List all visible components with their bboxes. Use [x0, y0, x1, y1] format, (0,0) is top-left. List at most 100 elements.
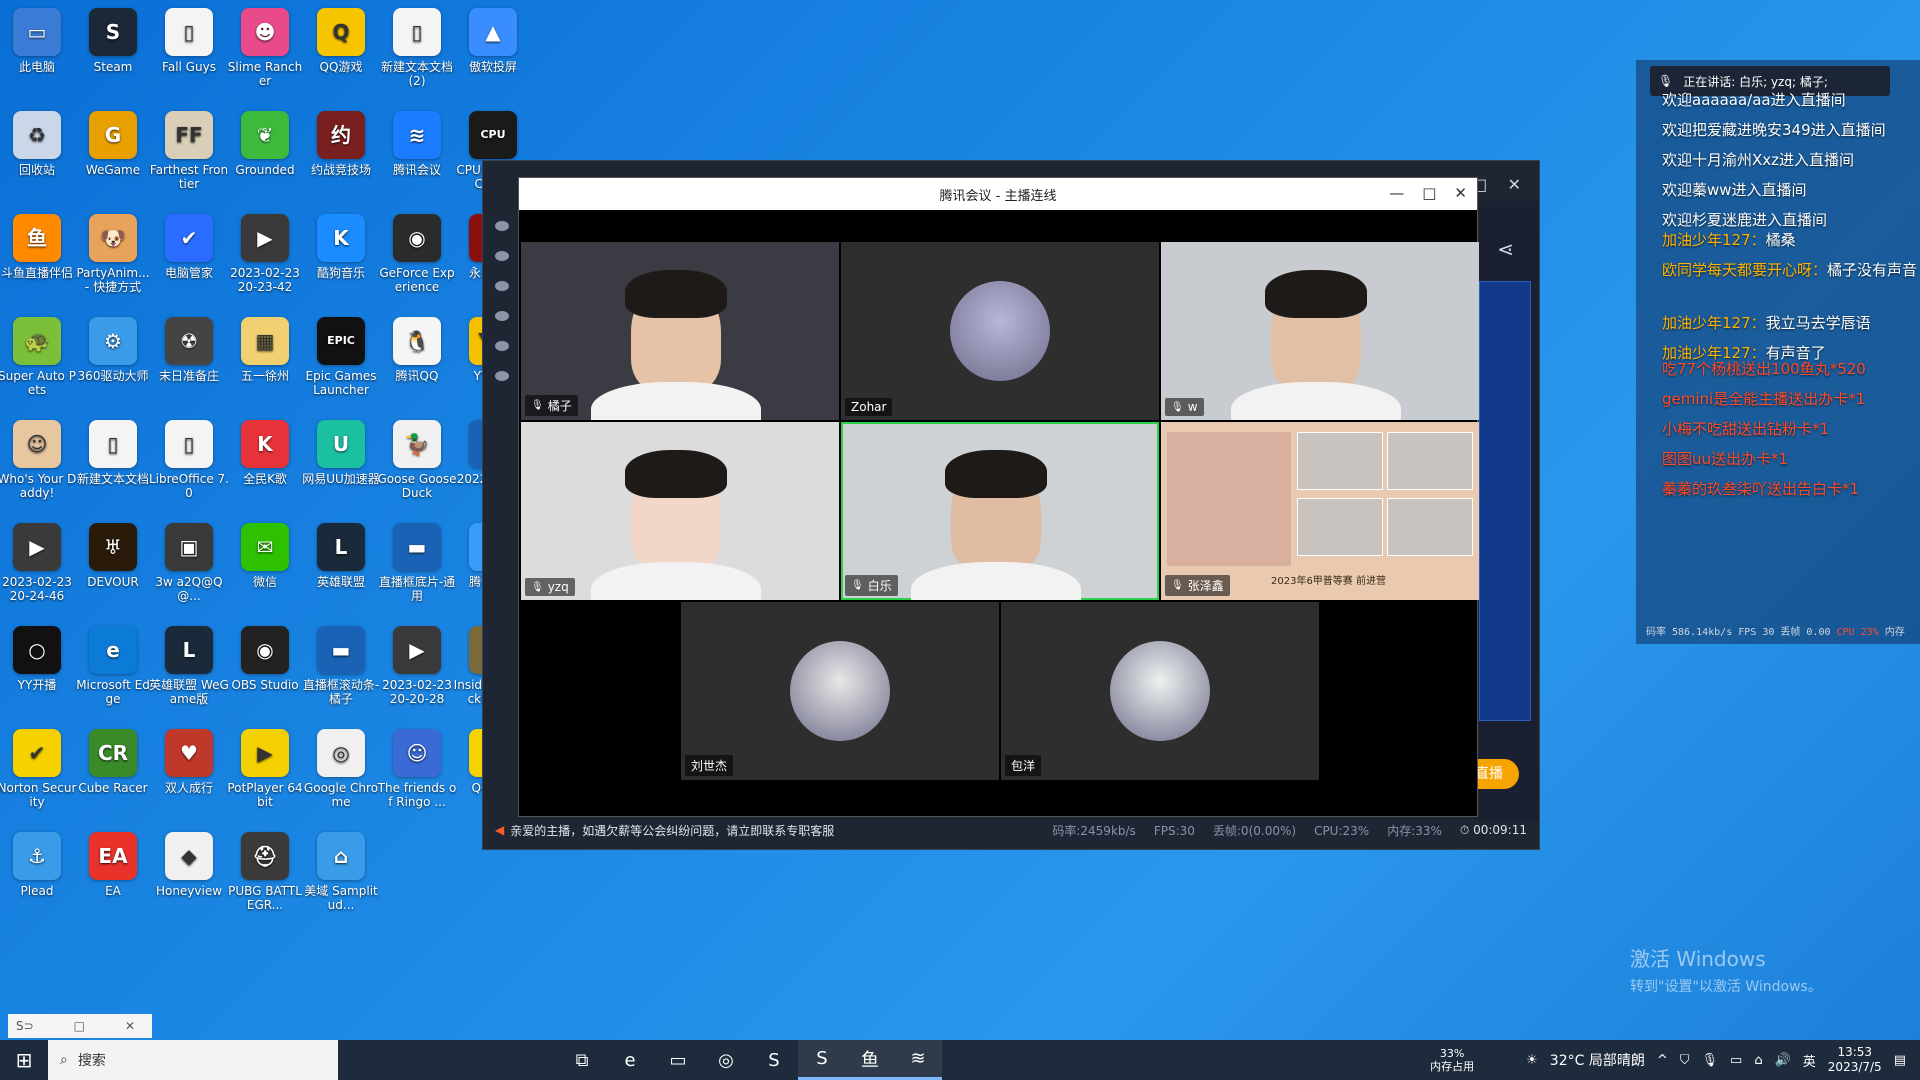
desktop-icon[interactable]: ◎ Google Chrome — [301, 729, 381, 829]
desktop-icon[interactable]: 约约战竞技场 — [301, 111, 381, 211]
desktop-icon[interactable]: ▯ 新建文本文档 (2) — [377, 8, 457, 108]
desktop-icon[interactable]: 🦆 Goose Goose Duck — [377, 420, 457, 520]
desktop-icon[interactable]: ⌂ 美域 Samplitud... — [301, 832, 381, 932]
desktop-icon[interactable]: ♅ DEVOUR — [73, 523, 153, 623]
desktop-icon[interactable]: ☢ 末日准备庄 — [149, 317, 229, 417]
desktop-icon[interactable]: ▣ 3w a2Q@Q@... — [149, 523, 229, 623]
participant-tile[interactable]: 刘世杰 — [681, 602, 999, 780]
desktop-icon[interactable]: ⛑ PUBG BATTLEGR... — [225, 832, 305, 932]
desktop-icon[interactable]: ▬ 直播框滚动条-橘子 — [301, 626, 381, 726]
participant-tile[interactable]: Zohar — [841, 242, 1159, 420]
desktop-icon[interactable]: ✔ 电脑管家 — [149, 214, 229, 314]
sogou-icon[interactable]: S — [798, 1040, 846, 1080]
task-view-icon[interactable]: ⧉ — [558, 1040, 606, 1080]
chrome-icon[interactable]: ◎ — [702, 1040, 750, 1080]
eye-icon[interactable] — [495, 311, 509, 321]
desktop-icon[interactable]: ▭ 此电脑 — [0, 8, 77, 108]
desktop-icon[interactable]: ♥ 双人成行 — [149, 729, 229, 829]
minimize-icon[interactable]: — — [1389, 184, 1404, 202]
eye-icon[interactable] — [495, 281, 509, 291]
participant-tile[interactable]: 2023年6甲普等赛 前进营 🎙 张泽鑫 — [1161, 422, 1479, 600]
taskbar-search[interactable]: ⌕ 搜索 — [48, 1040, 338, 1080]
desktop-icon[interactable]: ☺ Who's Your Daddy! — [0, 420, 77, 520]
desktop-icon[interactable]: CR Cube Racer — [73, 729, 153, 829]
desktop-icon[interactable]: ▶ 2023-02-23 20-23-42 — [225, 214, 305, 314]
desktop-icon[interactable]: U 网易UU加速器 — [301, 420, 381, 520]
desktop-icon[interactable]: ▶ 2023-02-23 20-20-28 — [377, 626, 457, 726]
desktop-icon[interactable]: 🐢 Super Auto Pets — [0, 317, 77, 417]
share-icon[interactable]: ⋖ — [1497, 237, 1514, 261]
desktop-icon[interactable]: 🐶 PartyAnim... - 快捷方式 — [73, 214, 153, 314]
minimized-window-thumb[interactable]: S⊃ □ ✕ — [8, 1014, 152, 1038]
maximize-icon[interactable]: □ — [1422, 184, 1436, 202]
douyu-icon[interactable]: 鱼 — [846, 1040, 894, 1080]
desktop-icon[interactable]: FF Farthest Frontier — [149, 111, 229, 211]
ime-indicator[interactable]: 英 — [1803, 1051, 1816, 1070]
tencent-meeting-icon[interactable]: ≋ — [894, 1040, 942, 1080]
desktop-icon[interactable]: 🐧 腾讯QQ — [377, 317, 457, 417]
desktop-icon[interactable]: ⚓ Plead — [0, 832, 77, 932]
notification-icon[interactable]: ▤ — [1894, 1053, 1906, 1068]
desktop-icon[interactable]: ▯ Fall Guys — [149, 8, 229, 108]
participant-tile[interactable]: 🎙 白乐 — [841, 422, 1159, 600]
desktop-icon[interactable]: L 英雄联盟 WeGame版 — [149, 626, 229, 726]
desktop-icon[interactable]: ○ YY开播 — [0, 626, 77, 726]
desktop-icon[interactable]: ◉ GeForce Experience — [377, 214, 457, 314]
clock[interactable]: 13:53 2023/7/5 — [1828, 1045, 1882, 1075]
desktop-icon[interactable]: ✔ Norton Security — [0, 729, 77, 829]
steam-icon[interactable]: S — [750, 1040, 798, 1080]
eye-icon[interactable] — [495, 341, 509, 351]
desktop-icon[interactable]: EA EA — [73, 832, 153, 932]
network-icon[interactable]: ⌂ — [1754, 1053, 1762, 1068]
desktop-icon[interactable]: ▶ 2023-02-23 20-24-46 — [0, 523, 77, 623]
participant-tile[interactable]: 包洋 — [1001, 602, 1319, 780]
desktop-icon[interactable]: ❦ Grounded — [225, 111, 305, 211]
desktop-icon[interactable]: ⚙ 360驱动大师 — [73, 317, 153, 417]
desktop-icon[interactable]: G WeGame — [73, 111, 153, 211]
desktop-icon[interactable]: ◆ Honeyview — [149, 832, 229, 932]
display-icon[interactable]: ▭ — [1730, 1053, 1742, 1068]
geforce-icon: ◉ — [393, 214, 441, 262]
chevron-up-icon[interactable]: ^ — [1657, 1053, 1668, 1068]
desktop-icon[interactable]: ☺ The friends of Ringo ... — [377, 729, 457, 829]
desktop-icon[interactable]: ☻ Slime Rancher — [225, 8, 305, 108]
desktop-icon[interactable]: ✉ 微信 — [225, 523, 305, 623]
desktop-icon[interactable]: ▦ 五一徐州 — [225, 317, 305, 417]
start-button[interactable]: ⊞ — [0, 1040, 48, 1080]
desktop-icon[interactable]: ≋ 腾讯会议 — [377, 111, 457, 211]
eye-icon[interactable] — [495, 371, 509, 381]
thumb-restore-icon[interactable]: □ — [74, 1019, 85, 1033]
participant-tile[interactable]: 🎙 橘子 — [521, 242, 839, 420]
desktop-icon[interactable]: 鱼斗鱼直播伴侣 — [0, 214, 77, 314]
desktop-icon[interactable]: ▯ 新建文本文档 — [73, 420, 153, 520]
weather-text[interactable]: 32°C 局部晴朗 — [1550, 1050, 1645, 1070]
desktop-icon[interactable]: EPIC Epic Games Launcher — [301, 317, 381, 417]
desktop-icon[interactable]: S Steam — [73, 8, 153, 108]
participant-tile[interactable]: 🎙 yzq — [521, 422, 839, 600]
desktop-icon[interactable]: ▬ 直播框底片-通用 — [377, 523, 457, 623]
thumb-close-icon[interactable]: ✕ — [125, 1019, 135, 1033]
mic-icon[interactable]: 🎙 — [1702, 1053, 1719, 1068]
desktop-icon[interactable]: ♻ 回收站 — [0, 111, 77, 211]
desktop-icon[interactable]: ▲ 傲软投屏 — [453, 8, 533, 108]
chat-text: 我立马去学唇语 — [1765, 314, 1871, 332]
eye-icon[interactable] — [495, 251, 509, 261]
desktop-icon[interactable]: Q QQ游戏 — [301, 8, 381, 108]
desktop-icon[interactable]: K 酷狗音乐 — [301, 214, 381, 314]
desktop-icon[interactable]: ▯ LibreOffice 7.0 — [149, 420, 229, 520]
desktop-icon[interactable]: L 英雄联盟 — [301, 523, 381, 623]
volume-icon[interactable]: 🔊 — [1775, 1053, 1791, 1068]
desktop-icon[interactable]: e Microsoft Edge — [73, 626, 153, 726]
edge-icon[interactable]: e — [606, 1040, 654, 1080]
participant-tile[interactable]: 🎙 w — [1161, 242, 1479, 420]
shield-icon[interactable]: ⛉ — [1680, 1053, 1690, 1068]
desktop-icon[interactable]: ▶ PotPlayer 64 bit — [225, 729, 305, 829]
desktop-icon[interactable]: ◉ OBS Studio — [225, 626, 305, 726]
close-icon[interactable]: ✕ — [1508, 175, 1521, 194]
memory-usage[interactable]: 33% 内存占用 — [1430, 1047, 1474, 1073]
eye-icon[interactable] — [495, 221, 509, 231]
desktop-icon[interactable]: K 全民K歌 — [225, 420, 305, 520]
file-explorer-icon[interactable]: ▭ — [654, 1040, 702, 1080]
close-icon[interactable]: ✕ — [1454, 184, 1467, 202]
live-timer-value: 00:09:11 — [1473, 822, 1527, 837]
